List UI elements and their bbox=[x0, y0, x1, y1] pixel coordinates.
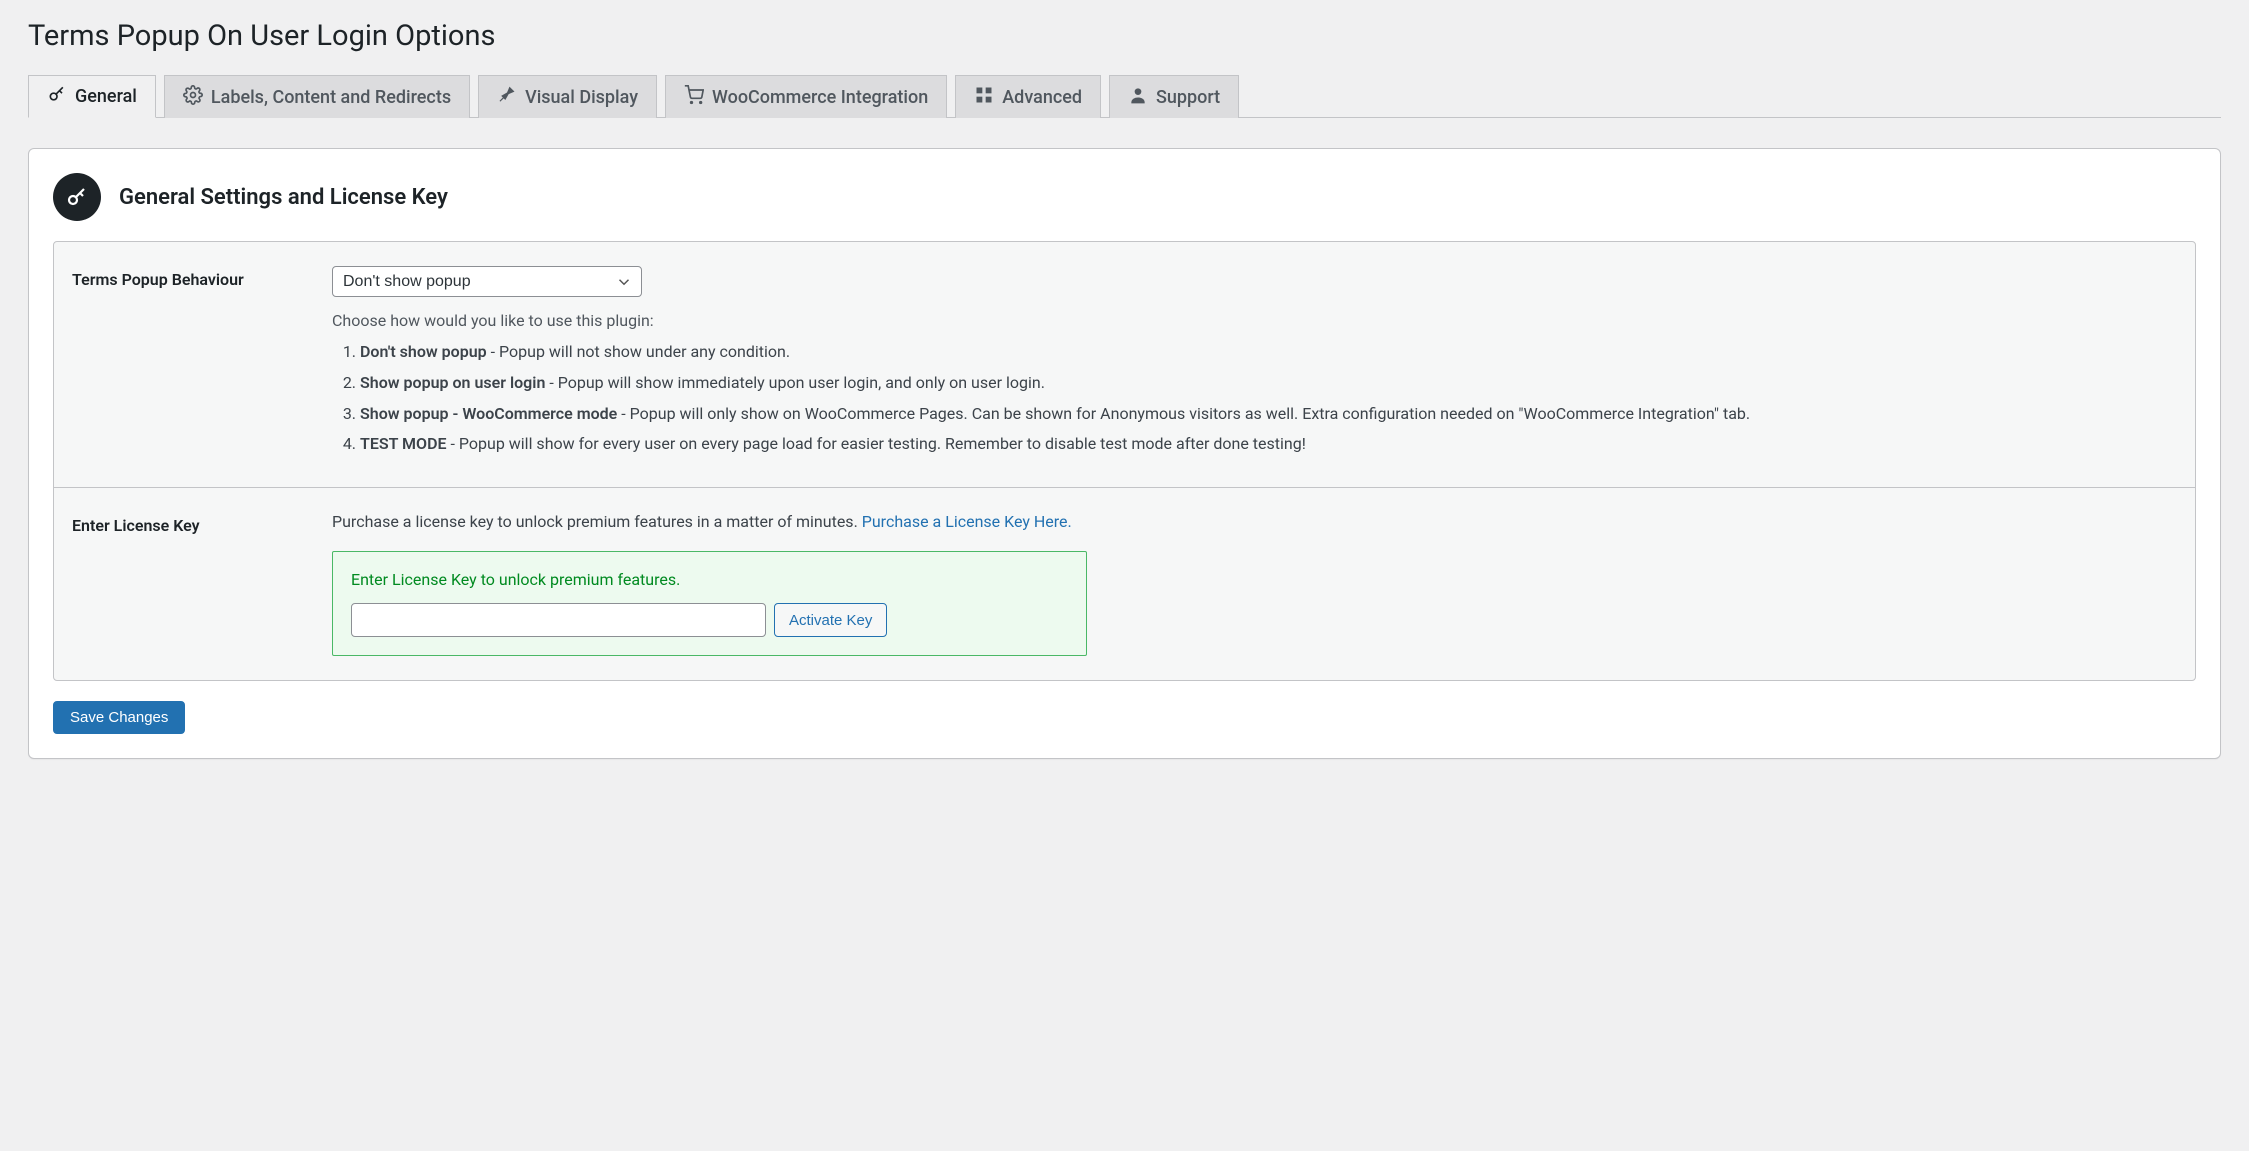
list-item: Don't show popup - Popup will not show u… bbox=[360, 340, 2177, 365]
tab-advanced[interactable]: Advanced bbox=[955, 75, 1101, 118]
widget-icon bbox=[974, 85, 994, 110]
behaviour-helper: Choose how would you like to use this pl… bbox=[332, 311, 2177, 330]
license-box: Enter License Key to unlock premium feat… bbox=[332, 551, 1087, 656]
tab-labels-content-redirects[interactable]: Labels, Content and Redirects bbox=[164, 75, 470, 118]
license-message: Enter License Key to unlock premium feat… bbox=[351, 570, 1068, 589]
tab-label: Advanced bbox=[1002, 87, 1082, 108]
activate-key-button[interactable]: Activate Key bbox=[774, 603, 887, 637]
gear-icon bbox=[183, 85, 203, 110]
section-title: General Settings and License Key bbox=[119, 185, 448, 210]
list-item: Show popup on user login - Popup will sh… bbox=[360, 371, 2177, 396]
page-title: Terms Popup On User Login Options bbox=[28, 10, 2221, 57]
tab-label: Support bbox=[1156, 87, 1220, 108]
behaviour-select[interactable]: Don't show popup bbox=[332, 266, 642, 297]
tab-label: WooCommerce Integration bbox=[712, 87, 928, 108]
list-item: TEST MODE - Popup will show for every us… bbox=[360, 432, 2177, 457]
tab-support[interactable]: Support bbox=[1109, 75, 1239, 118]
key-icon bbox=[53, 173, 101, 221]
tab-woocommerce-integration[interactable]: WooCommerce Integration bbox=[665, 75, 947, 118]
key-icon bbox=[47, 84, 67, 109]
settings-tabs: General Labels, Content and Redirects Vi… bbox=[28, 75, 2221, 118]
pin-icon bbox=[497, 85, 517, 110]
section-header: General Settings and License Key bbox=[29, 173, 2220, 241]
cart-icon bbox=[684, 85, 704, 110]
behaviour-option-list: Don't show popup - Popup will not show u… bbox=[332, 340, 2177, 457]
license-key-input[interactable] bbox=[351, 603, 766, 637]
tab-label: Visual Display bbox=[525, 87, 638, 108]
save-changes-button[interactable]: Save Changes bbox=[53, 701, 185, 734]
settings-group: Terms Popup Behaviour Don't show popup C… bbox=[53, 241, 2196, 681]
license-label: Enter License Key bbox=[72, 512, 332, 535]
license-intro: Purchase a license key to unlock premium… bbox=[332, 512, 2177, 531]
settings-card: General Settings and License Key Terms P… bbox=[28, 148, 2221, 759]
behaviour-label: Terms Popup Behaviour bbox=[72, 266, 332, 289]
row-enter-license-key: Enter License Key Purchase a license key… bbox=[54, 487, 2195, 680]
list-item: Show popup - WooCommerce mode - Popup wi… bbox=[360, 402, 2177, 427]
tab-label: General bbox=[75, 86, 137, 107]
user-icon bbox=[1128, 85, 1148, 110]
purchase-license-link[interactable]: Purchase a License Key Here. bbox=[862, 512, 1072, 531]
tab-general[interactable]: General bbox=[28, 75, 156, 118]
tab-label: Labels, Content and Redirects bbox=[211, 87, 451, 108]
row-terms-popup-behaviour: Terms Popup Behaviour Don't show popup C… bbox=[54, 242, 2195, 487]
tab-visual-display[interactable]: Visual Display bbox=[478, 75, 657, 118]
